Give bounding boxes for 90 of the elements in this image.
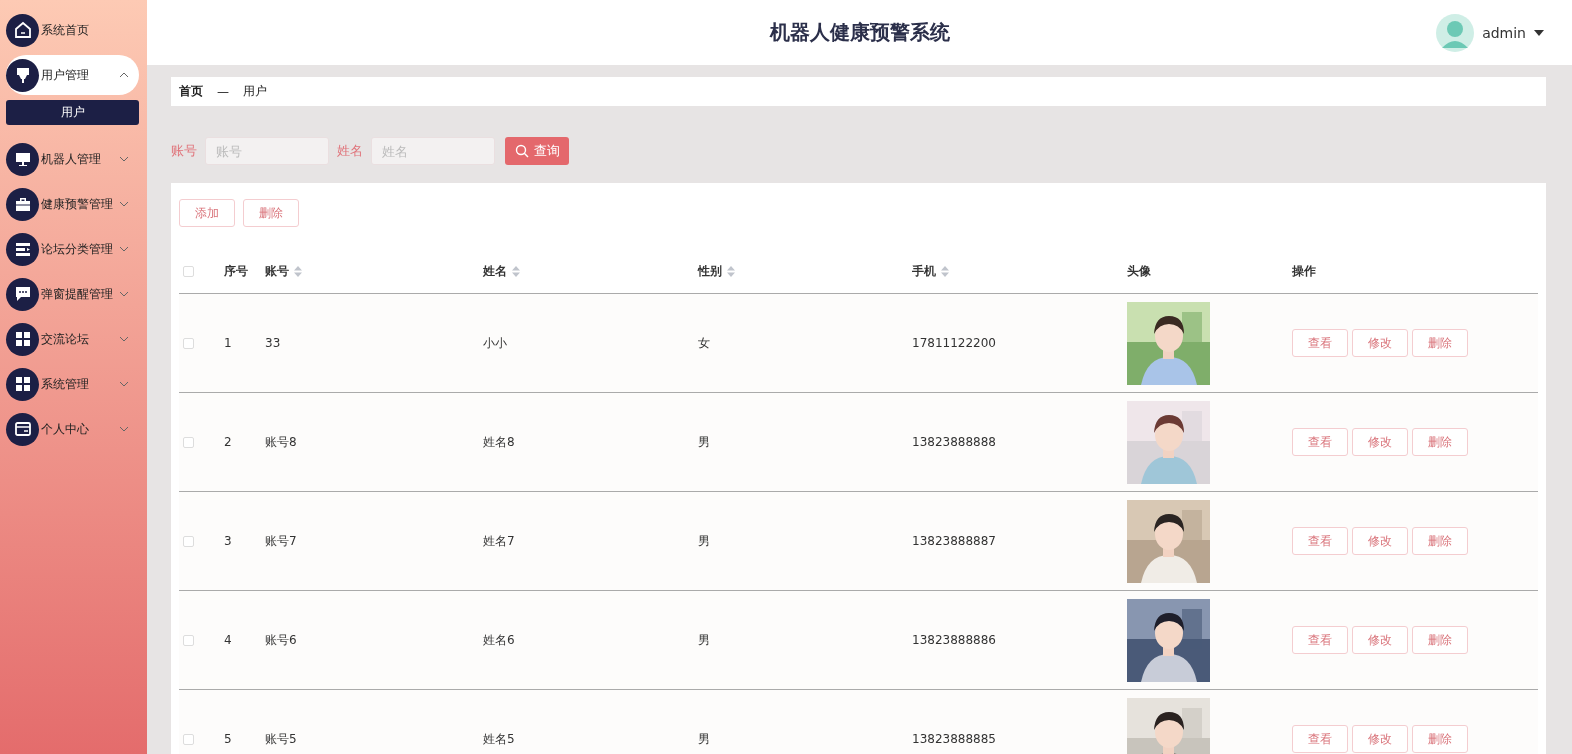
submenu-item[interactable]: 用户 bbox=[6, 100, 139, 125]
row-action-button[interactable]: 查看 bbox=[1292, 626, 1348, 654]
checkbox[interactable] bbox=[183, 634, 194, 646]
checkbox[interactable] bbox=[183, 436, 194, 448]
nav-item[interactable]: 用户管理 bbox=[6, 55, 139, 95]
table-cell: 账号5 bbox=[265, 730, 297, 748]
username[interactable]: admin bbox=[1482, 25, 1526, 41]
chevron-icon bbox=[119, 201, 129, 207]
column-header: 头像 bbox=[1127, 263, 1151, 279]
chevron-icon bbox=[119, 156, 129, 162]
table-cell: 3 bbox=[224, 534, 232, 548]
row-action-button[interactable]: 查看 bbox=[1292, 428, 1348, 456]
sort-icon[interactable] bbox=[727, 265, 735, 277]
row-action-button[interactable]: 删除 bbox=[1412, 725, 1468, 753]
chevron-icon bbox=[119, 291, 129, 297]
table-cell: 账号6 bbox=[265, 631, 297, 649]
toolbar-button[interactable]: 添加 bbox=[179, 199, 235, 227]
chevron-icon bbox=[119, 246, 129, 252]
checkbox[interactable] bbox=[183, 733, 194, 745]
chevron-icon bbox=[119, 336, 129, 342]
search-icon bbox=[514, 144, 529, 158]
nav-item[interactable]: 机器人管理 bbox=[6, 139, 139, 179]
row-action-button[interactable]: 删除 bbox=[1412, 428, 1468, 456]
table-cell: 1 bbox=[224, 336, 232, 350]
breadcrumb-separator: — bbox=[217, 84, 229, 99]
chevron-icon bbox=[119, 426, 129, 432]
row-action-button[interactable]: 查看 bbox=[1292, 527, 1348, 555]
nav-item[interactable]: 健康预警管理 bbox=[6, 184, 139, 224]
toolbar-button[interactable]: 删除 bbox=[243, 199, 299, 227]
dropdown-icon[interactable] bbox=[1534, 29, 1544, 37]
table-cell: 小小 bbox=[483, 334, 507, 352]
table-cell: 13823888885 bbox=[912, 732, 996, 746]
nav-item[interactable]: 交流论坛 bbox=[6, 319, 139, 359]
sort-icon[interactable] bbox=[512, 265, 520, 277]
avatar-icon[interactable] bbox=[1436, 14, 1475, 52]
table-cell: 男 bbox=[698, 730, 710, 748]
app-title: 机器人健康预警系统 bbox=[769, 19, 950, 46]
row-action-button[interactable]: 查看 bbox=[1292, 329, 1348, 357]
table-cell: 5 bbox=[224, 732, 232, 746]
checkbox[interactable] bbox=[183, 337, 194, 349]
table-cell: 13823888886 bbox=[912, 633, 996, 647]
table-cell: 姓名6 bbox=[483, 631, 515, 649]
search-button[interactable]: 查询 bbox=[505, 137, 569, 165]
column-header[interactable]: 性别 bbox=[698, 263, 735, 279]
sort-icon[interactable] bbox=[941, 265, 949, 277]
table-cell: 姓名8 bbox=[483, 433, 515, 451]
checkbox[interactable] bbox=[183, 265, 194, 277]
field-label: 账号 bbox=[171, 142, 197, 160]
field-label: 姓名 bbox=[337, 142, 363, 160]
table-cell: 男 bbox=[698, 631, 710, 649]
checkbox[interactable] bbox=[183, 535, 194, 547]
row-action-button[interactable]: 删除 bbox=[1412, 626, 1468, 654]
table-cell: 账号8 bbox=[265, 433, 297, 451]
row-action-button[interactable]: 修改 bbox=[1352, 626, 1408, 654]
table-cell: 账号7 bbox=[265, 532, 297, 550]
row-action-button[interactable]: 修改 bbox=[1352, 725, 1408, 753]
nav-item[interactable]: 个人中心 bbox=[6, 409, 139, 449]
row-action-button[interactable]: 修改 bbox=[1352, 428, 1408, 456]
row-action-button[interactable]: 删除 bbox=[1412, 527, 1468, 555]
table-cell: 男 bbox=[698, 532, 710, 550]
row-action-button[interactable]: 修改 bbox=[1352, 527, 1408, 555]
table-cell: 13823888887 bbox=[912, 534, 996, 548]
chevron-icon bbox=[119, 72, 129, 78]
row-action-button[interactable]: 删除 bbox=[1412, 329, 1468, 357]
breadcrumb-item[interactable]: 用户 bbox=[243, 83, 267, 100]
table-cell: 姓名5 bbox=[483, 730, 515, 748]
chevron-icon bbox=[119, 381, 129, 387]
table-cell: 男 bbox=[698, 433, 710, 451]
table-cell: 13823888888 bbox=[912, 435, 996, 449]
table-cell: 姓名7 bbox=[483, 532, 515, 550]
column-header[interactable]: 账号 bbox=[265, 263, 302, 279]
nav-item[interactable]: 论坛分类管理 bbox=[6, 229, 139, 269]
table-cell: 17811122200 bbox=[912, 336, 996, 350]
nav-item[interactable]: 弹窗提醒管理 bbox=[6, 274, 139, 314]
breadcrumb-item[interactable]: 首页 bbox=[179, 83, 203, 100]
table-cell: 33 bbox=[265, 336, 281, 350]
column-header[interactable]: 姓名 bbox=[483, 263, 520, 279]
column-header[interactable]: 手机 bbox=[912, 263, 949, 279]
row-action-button[interactable]: 查看 bbox=[1292, 725, 1348, 753]
card-icon bbox=[12, 419, 33, 439]
sort-icon[interactable] bbox=[294, 265, 302, 277]
table-cell: 女 bbox=[698, 334, 710, 352]
table-cell: 2 bbox=[224, 435, 232, 449]
nav-item[interactable]: 系统首页 bbox=[6, 10, 139, 50]
nav-item[interactable]: 系统管理 bbox=[6, 364, 139, 404]
table-cell: 4 bbox=[224, 633, 232, 647]
column-header: 序号 bbox=[224, 263, 248, 279]
column-header: 操作 bbox=[1292, 263, 1316, 279]
row-action-button[interactable]: 修改 bbox=[1352, 329, 1408, 357]
home-icon bbox=[12, 20, 33, 40]
